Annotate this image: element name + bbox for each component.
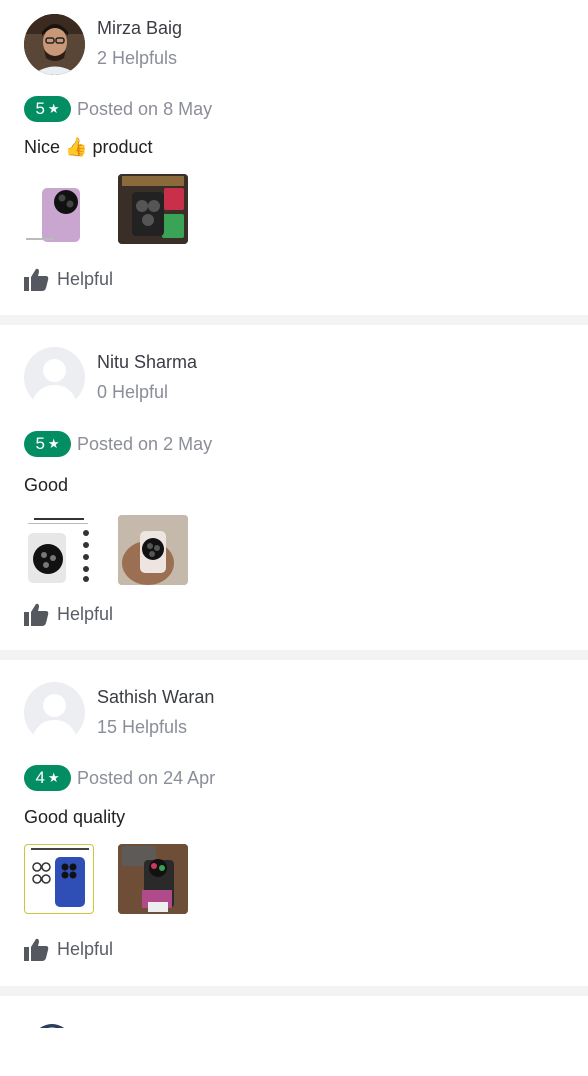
- divider: [0, 986, 588, 996]
- review-image[interactable]: [24, 844, 94, 914]
- review-card: Nitu Sharma 0 Helpful 5 ★ Posted on 2 Ma…: [0, 325, 588, 650]
- helpful-count: 15 Helpfuls: [97, 717, 188, 737]
- rating-value: 5: [35, 99, 45, 118]
- helpful-button[interactable]: Helpful: [24, 938, 113, 961]
- review-image[interactable]: [24, 174, 94, 244]
- helpful-button[interactable]: Helpful: [24, 603, 113, 626]
- divider: [0, 650, 588, 660]
- review-image[interactable]: [118, 174, 188, 244]
- helpful-label: Helpful: [57, 604, 114, 624]
- posted-date: Posted on 8 May: [77, 99, 213, 119]
- helpful-count: 2 Helpfuls: [97, 48, 178, 68]
- review-images: [24, 844, 188, 914]
- star-icon: ★: [47, 770, 60, 785]
- review-text: Good quality: [24, 807, 126, 827]
- reviewer-name: Mirza Baig: [97, 18, 183, 38]
- helpful-button[interactable]: Helpful: [24, 268, 113, 291]
- thumbs-up-icon: [24, 938, 49, 961]
- review-image[interactable]: [118, 515, 188, 585]
- thumbs-up-icon: [24, 603, 49, 626]
- thumbs-up-emoji: 👍: [65, 137, 88, 157]
- review-text: Good: [24, 475, 69, 495]
- rating-badge: 5 ★: [24, 431, 71, 457]
- helpful-label: Helpful: [57, 939, 114, 959]
- helpful-label: Helpful: [57, 269, 114, 289]
- divider: [0, 315, 588, 325]
- review-text: Nice 👍 product: [24, 137, 153, 157]
- review-images: [24, 515, 188, 585]
- rating-value: 4: [35, 768, 45, 787]
- star-icon: ★: [47, 101, 60, 116]
- avatar: [34, 1018, 70, 1028]
- review-images: [24, 174, 188, 244]
- posted-date: Posted on 24 Apr: [77, 768, 216, 788]
- avatar: [24, 347, 85, 408]
- reviewer-name: Nitu Sharma: [97, 352, 198, 372]
- rating-value: 5: [35, 434, 45, 453]
- avatar: [24, 682, 85, 743]
- avatar: [24, 14, 85, 75]
- rating-badge: 5 ★: [24, 96, 71, 122]
- rating-badge: 4 ★: [24, 765, 71, 791]
- posted-date: Posted on 2 May: [77, 434, 213, 454]
- review-card: [0, 996, 588, 1076]
- review-card: Mirza Baig 2 Helpfuls 5 ★ Posted on 8 Ma…: [0, 0, 588, 315]
- helpful-count: 0 Helpful: [97, 382, 169, 402]
- star-icon: ★: [47, 436, 60, 451]
- review-image[interactable]: [118, 844, 188, 914]
- review-card: Sathish Waran 15 Helpfuls 4 ★ Posted on …: [0, 660, 588, 986]
- reviewer-name: Sathish Waran: [97, 687, 215, 707]
- thumbs-up-icon: [24, 268, 49, 291]
- review-image[interactable]: [24, 515, 94, 585]
